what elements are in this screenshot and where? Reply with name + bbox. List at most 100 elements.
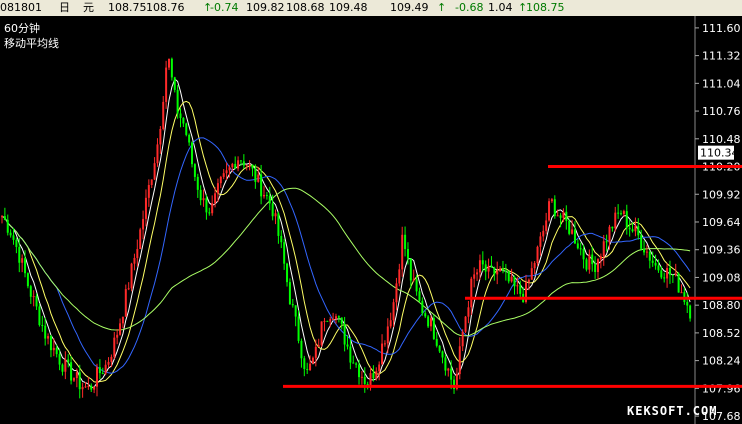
candle-body	[519, 285, 522, 294]
candle-body	[432, 318, 435, 339]
candle-body	[119, 323, 122, 335]
candle-body	[3, 216, 6, 220]
candle-body	[90, 385, 93, 390]
candle-body	[205, 198, 208, 213]
candle-body	[237, 160, 240, 169]
candle-body	[67, 359, 70, 363]
candle-body	[139, 229, 142, 250]
candle-body	[461, 331, 464, 347]
candle-body	[176, 89, 179, 114]
candle-body	[15, 239, 18, 247]
candle-body	[458, 346, 461, 375]
candle-body	[185, 123, 188, 135]
candle-body	[501, 268, 504, 271]
candle-body	[283, 242, 286, 264]
candle-body	[263, 194, 266, 197]
candle-body	[363, 376, 366, 384]
candle-body	[153, 163, 156, 180]
candle-body	[133, 257, 136, 264]
price-tick-label: 109.36	[702, 244, 741, 257]
candle-body	[311, 357, 314, 364]
candle-body	[93, 386, 96, 390]
candle-body	[41, 325, 44, 327]
candle-body	[355, 363, 358, 365]
candle-body	[510, 276, 513, 282]
candle-body	[294, 305, 297, 317]
ma-10-line	[1, 100, 691, 383]
candle-body	[72, 378, 75, 381]
candle-body	[591, 254, 594, 265]
candle-body	[467, 307, 470, 317]
candle-body	[614, 212, 617, 229]
candle-body	[490, 265, 493, 268]
price-tick-label: 108.52	[702, 327, 741, 340]
candle-body	[421, 300, 424, 314]
candle-body	[568, 220, 571, 234]
candle-body	[340, 317, 343, 324]
ma-5-line	[1, 78, 691, 389]
candle-body	[61, 364, 64, 372]
candle-body	[98, 367, 101, 374]
candle-body	[513, 276, 516, 287]
price-tick-label: 111.60	[702, 22, 741, 35]
price-value-1: 108.75	[108, 1, 147, 14]
candle-body	[182, 117, 185, 124]
candle-body	[375, 371, 378, 379]
candlestick-chart: 111.60111.32111.04110.76110.48110.20109.…	[1, 16, 742, 424]
candle-body	[392, 302, 395, 321]
candle-body	[412, 279, 415, 281]
price-value-3: 109.82	[246, 1, 285, 14]
candle-body	[542, 230, 545, 237]
candle-body	[150, 179, 153, 185]
candle-body	[268, 195, 271, 204]
candle-body	[1, 216, 3, 218]
candle-body	[245, 164, 248, 166]
price-value-6: 109.49	[390, 1, 429, 14]
candle-body	[317, 345, 320, 347]
candle-body	[628, 227, 631, 230]
candle-body	[556, 215, 559, 217]
candle-body	[668, 267, 671, 275]
unit-char: 元	[83, 1, 94, 14]
candle-body	[64, 359, 67, 372]
candle-body	[219, 176, 222, 184]
candle-body	[602, 241, 605, 257]
candle-body	[280, 235, 283, 243]
candle-body	[130, 263, 133, 289]
candle-body	[478, 260, 481, 273]
candle-body	[499, 268, 502, 272]
candle-body	[239, 160, 242, 162]
candle-body	[329, 319, 332, 322]
candle-body	[545, 220, 548, 231]
candle-body	[395, 283, 398, 303]
candle-body	[427, 316, 430, 327]
candle-body	[248, 164, 251, 166]
candle-body	[585, 259, 588, 270]
candle-body	[116, 334, 119, 338]
chart-period-label: 60分钟	[4, 22, 40, 35]
price-tick-label: 110.76	[702, 105, 741, 118]
candle-body	[663, 277, 666, 279]
candle-body	[553, 199, 556, 217]
candle-body	[372, 373, 375, 379]
candle-body	[199, 189, 202, 201]
candle-body	[314, 346, 317, 358]
candle-body	[70, 362, 73, 381]
candle-body	[424, 313, 427, 317]
candle-body	[481, 260, 484, 265]
candle-body	[188, 134, 191, 143]
candle-body	[208, 212, 211, 214]
candle-body	[167, 58, 170, 68]
candle-body	[228, 167, 231, 171]
candle-body	[450, 368, 453, 380]
candle-body	[594, 264, 597, 273]
price-value-7: 108.75	[526, 1, 565, 14]
current-price-label: 110.34	[700, 147, 739, 160]
price-tick-label: 109.08	[702, 271, 741, 284]
candle-body	[170, 58, 173, 78]
candle-body	[429, 318, 432, 327]
candle-body	[107, 361, 110, 365]
candle-body	[493, 267, 496, 275]
candle-body	[441, 351, 444, 358]
candle-body	[242, 161, 245, 166]
